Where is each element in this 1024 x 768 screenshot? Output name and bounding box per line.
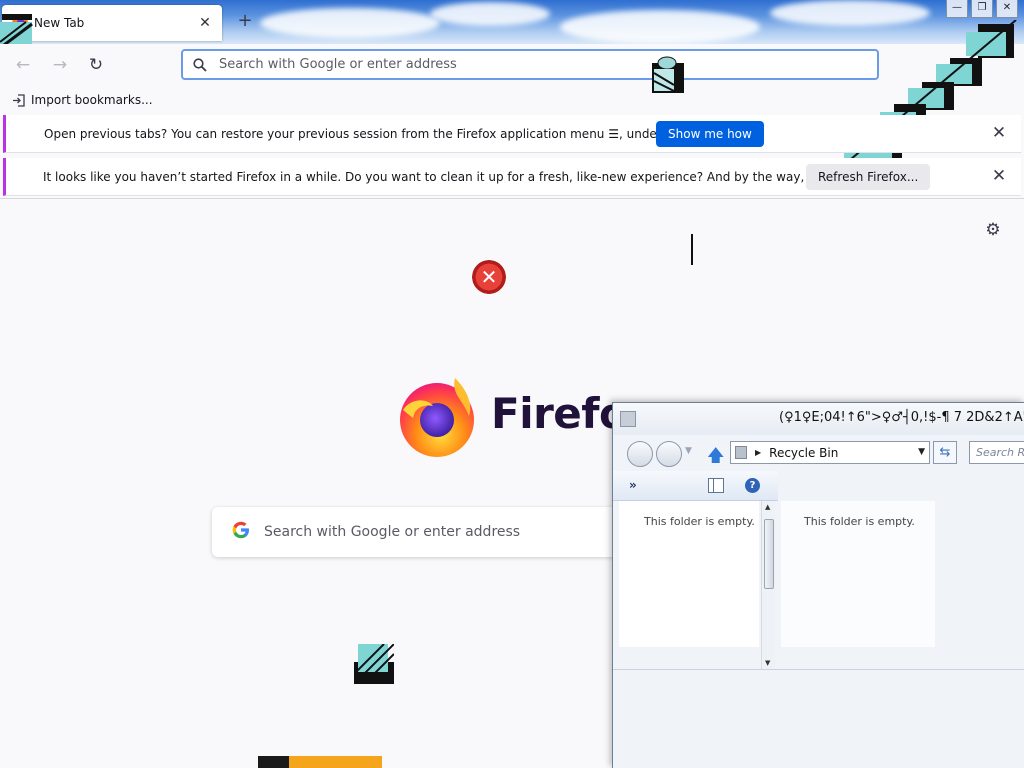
notification-close-icon[interactable]: ✕ xyxy=(989,123,1009,143)
tab-close-icon[interactable]: ✕ xyxy=(196,14,214,32)
refresh-firefox-notification: It looks like you haven’t started Firefo… xyxy=(3,158,1021,196)
restore-button[interactable]: ❐ xyxy=(971,0,993,18)
breadcrumb-chevron-icon[interactable]: ▶ xyxy=(755,448,761,457)
firefox-logo-icon xyxy=(400,378,474,457)
explorer-navigation: ▼ 🡅 ▶ Recycle Bin ▼ ⇆ Search Re xyxy=(613,437,1024,469)
recycle-bin-icon xyxy=(620,411,636,427)
notification-close-icon[interactable]: ✕ xyxy=(989,166,1009,186)
navigation-pane-scrollbar[interactable]: ▲ ▼ xyxy=(761,501,775,669)
empty-folder-text: This folder is empty. xyxy=(804,515,915,528)
explorer-back-button[interactable] xyxy=(627,441,653,467)
import-bookmarks-label: Import bookmarks... xyxy=(31,93,153,107)
newtab-search-placeholder: Search with Google or enter address xyxy=(264,524,521,540)
tab-new-tab[interactable]: New Tab ✕ xyxy=(2,5,222,41)
error-icon: ✕ xyxy=(472,260,506,294)
search-icon xyxy=(193,57,207,72)
newtab-search-box[interactable]: Search with Google or enter address xyxy=(212,507,632,557)
layout-icon[interactable] xyxy=(708,478,724,493)
up-folder-icon[interactable]: 🡅 xyxy=(707,443,724,472)
back-button[interactable]: ← xyxy=(10,52,36,78)
help-icon[interactable]: ? xyxy=(745,478,760,493)
new-tab-button[interactable]: + xyxy=(235,11,255,33)
window-titlebar[interactable]: (♀1♀E;04!↑6">♀♂┤0,!$-¶ 7 2D&2↑A' xyxy=(613,403,1024,435)
session-restore-notification: Open previous tabs? You can restore your… xyxy=(3,115,1021,153)
explorer-search-input[interactable]: Search Re xyxy=(969,441,1024,464)
google-icon xyxy=(232,521,250,544)
toolbar-overflow-button[interactable]: » xyxy=(629,478,637,492)
import-icon xyxy=(13,93,25,107)
explorer-address-bar[interactable]: ▶ Recycle Bin ▼ xyxy=(730,441,930,464)
minimize-button[interactable]: — xyxy=(946,0,968,18)
address-text: Recycle Bin xyxy=(769,445,839,460)
explorer-details-area xyxy=(613,669,1024,768)
window-controls: — ❐ ✕ xyxy=(946,0,1018,18)
recycle-bin-icon xyxy=(735,446,747,459)
glitch-artifact xyxy=(354,644,394,684)
taskbar-fragment xyxy=(258,756,382,768)
recycle-bin-window: (♀1♀E;04!↑6">♀♂┤0,!$-¶ 7 2D&2↑A' ▼ 🡅 ▶ R… xyxy=(612,402,1024,768)
import-bookmarks-button[interactable]: Import bookmarks... xyxy=(12,93,153,107)
url-bar[interactable]: Search with Google or enter address xyxy=(181,49,879,80)
explorer-forward-button[interactable] xyxy=(656,441,682,467)
explorer-toolbar: » ? xyxy=(613,471,778,501)
empty-folder-text: This folder is empty. xyxy=(644,515,755,528)
scroll-up-icon[interactable]: ▲ xyxy=(765,503,770,511)
close-window-button[interactable]: ✕ xyxy=(996,0,1018,18)
tab-title: New Tab xyxy=(34,16,85,30)
content-divider xyxy=(0,198,1024,199)
scroll-thumb[interactable] xyxy=(764,519,774,589)
text-cursor xyxy=(691,234,693,265)
notification-message: It looks like you haven’t started Firefo… xyxy=(43,169,899,184)
file-list-pane: This folder is empty. xyxy=(781,501,935,647)
address-dropdown-icon[interactable]: ▼ xyxy=(918,447,925,457)
explorer-refresh-button[interactable]: ⇆ xyxy=(933,441,957,464)
gear-icon[interactable]: ⚙ xyxy=(983,220,1003,240)
history-dropdown-icon[interactable]: ▼ xyxy=(685,446,692,456)
reload-button[interactable]: ↻ xyxy=(83,52,109,78)
forward-button[interactable]: → xyxy=(47,52,73,78)
show-me-how-button[interactable]: Show me how xyxy=(656,121,764,147)
refresh-firefox-button[interactable]: Refresh Firefox... xyxy=(806,164,931,190)
navigation-pane: This folder is empty. xyxy=(619,501,759,647)
window-title: (♀1♀E;04!↑6">♀♂┤0,!$-¶ 7 2D&2↑A' xyxy=(779,410,1024,425)
notification-message: Open previous tabs? You can restore your… xyxy=(44,126,711,141)
url-bar-placeholder: Search with Google or enter address xyxy=(219,57,457,72)
scroll-down-icon[interactable]: ▼ xyxy=(765,659,770,667)
